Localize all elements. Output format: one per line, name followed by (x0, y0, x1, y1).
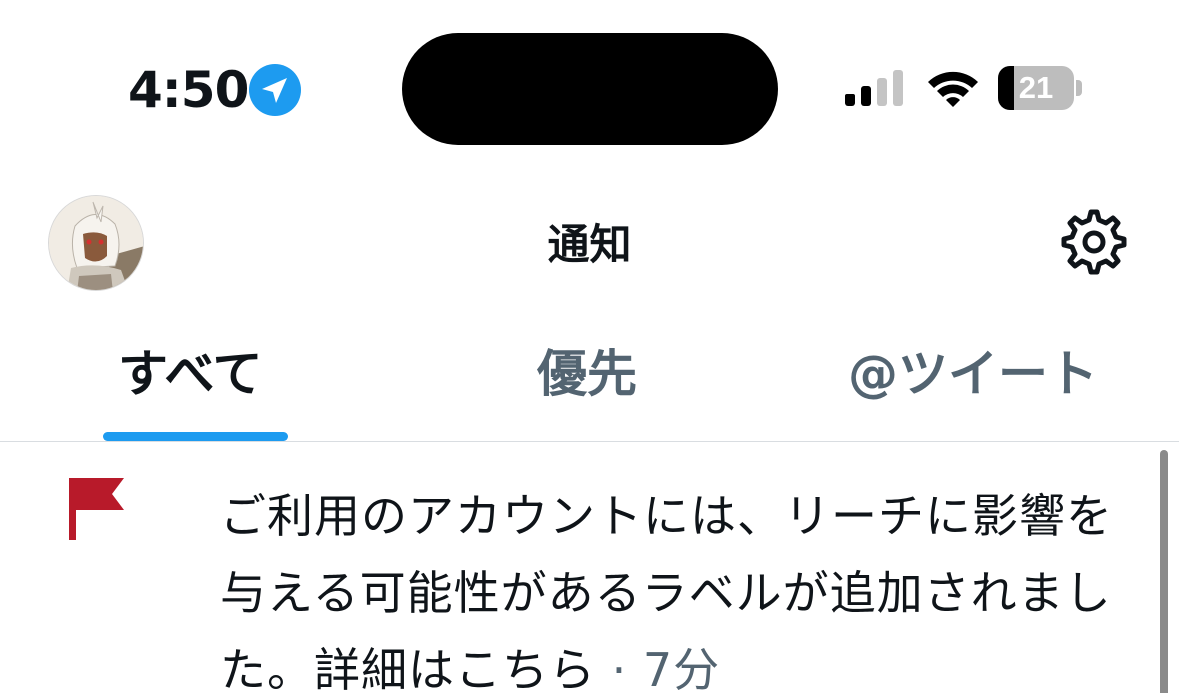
tab-priority-label: 優先 (537, 345, 637, 403)
tab-mentions[interactable]: @ツイート (830, 330, 1130, 441)
scrollbar[interactable] (1160, 450, 1168, 693)
active-tab-indicator (103, 432, 288, 441)
gear-icon[interactable] (1060, 208, 1128, 276)
location-arrow-icon (249, 64, 301, 116)
dynamic-island (402, 33, 778, 145)
notification-tabs: すべて 優先 @ツイート (0, 330, 1179, 442)
header: 通知 (0, 150, 1179, 330)
status-bar: 4:50 21 (0, 0, 1179, 150)
battery-cap (1076, 80, 1082, 96)
battery-indicator: 21 (998, 66, 1082, 110)
tab-priority[interactable]: 優先 (515, 330, 665, 441)
notification-item[interactable]: ご利用のアカウントには、リーチに影響を与える可能性があるラベルが追加されました。… (0, 442, 1179, 693)
wifi-icon (928, 71, 978, 107)
notification-time: · 7分 (596, 643, 721, 693)
tab-all[interactable]: すべて (90, 330, 300, 441)
tab-mentions-label: @ツイート (848, 345, 1098, 403)
notification-message: ご利用のアカウントには、リーチに影響を与える可能性があるラベルが追加されました。… (220, 478, 1140, 693)
tab-all-label: すべて (118, 345, 263, 403)
flag-icon (69, 478, 124, 540)
battery-percent: 21 (1018, 70, 1054, 105)
page-title: 通知 (547, 220, 632, 269)
status-time: 4:50 (128, 61, 249, 119)
cellular-signal-icon (845, 70, 903, 106)
